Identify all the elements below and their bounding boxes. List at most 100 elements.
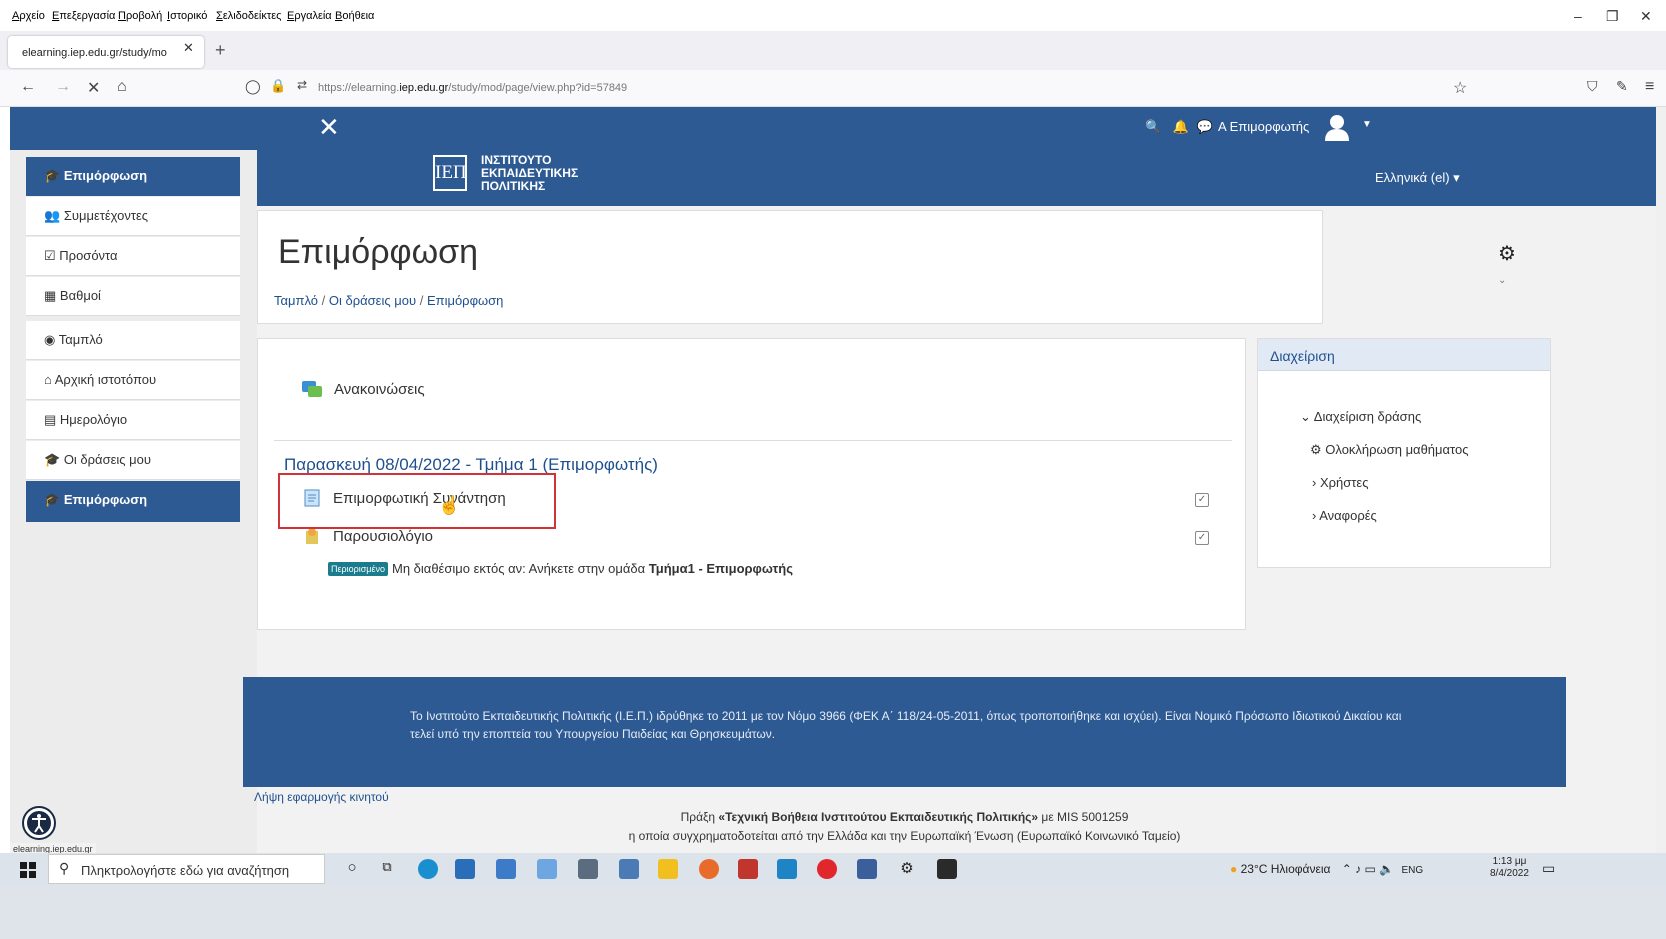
app-icon[interactable] <box>738 859 758 879</box>
app-icon[interactable] <box>777 859 797 879</box>
task-view-icon[interactable]: ⧉ <box>377 859 397 879</box>
forward-icon[interactable]: → <box>55 78 71 96</box>
chat-icon[interactable]: 💬 <box>1197 119 1213 134</box>
announcements-link[interactable]: Ανακοινώσεις <box>334 381 425 398</box>
permissions-icon[interactable]: ⇄ <box>297 78 307 92</box>
edge-icon[interactable] <box>418 859 438 879</box>
minimize-icon[interactable]: – <box>1574 8 1582 24</box>
menu-tools[interactable]: Εργαλεία <box>287 10 332 22</box>
page-header-card: Επιμόρφωση ⚙ ⌄ Ταμπλό / Οι δράσεις μου /… <box>257 210 1516 324</box>
restricted-badge: Περιορισμένο <box>328 562 389 576</box>
menu-file[interactable]: Αρχείο <box>12 10 45 22</box>
tray-icons[interactable]: ⌃ ♪ ▭ 🔈 <box>1342 862 1394 876</box>
clock[interactable]: 1:13 μμ 8/4/2022 <box>1490 856 1529 880</box>
user-name[interactable]: Α Επιμορφωτής <box>1218 119 1309 134</box>
sidebar-item-participants[interactable]: 👥 Συμμετέχοντες <box>26 197 240 236</box>
admin-item-users[interactable]: › Χρήστες <box>1312 475 1368 490</box>
store-icon[interactable] <box>455 859 475 879</box>
language-menu[interactable]: Ελληνικά (el) ▾ <box>1375 170 1460 186</box>
home-icon[interactable]: ⌂ <box>117 78 127 96</box>
close-drawer-icon[interactable]: ✕ <box>318 112 340 143</box>
restore-icon[interactable]: ❐ <box>1606 8 1619 25</box>
bookmark-star-icon[interactable]: ☆ <box>1453 78 1467 98</box>
tab-title: elearning.iep.edu.gr/study/mo <box>22 47 167 59</box>
sidebar-item-competencies[interactable]: ☑ Προσόντα <box>26 237 240 276</box>
avatar-icon[interactable] <box>1323 113 1351 141</box>
bell-icon[interactable]: 🔔 <box>1173 119 1189 134</box>
stop-icon[interactable]: ✕ <box>87 78 100 98</box>
breadcrumb-item[interactable]: Επιμόρφωση <box>427 293 503 308</box>
browser-navbar: ← → ✕ ⌂ ◯ 🔒 ⇄ https://elearning.iep.edu.… <box>0 70 1666 107</box>
scrollbar[interactable] <box>1656 107 1666 853</box>
calendar-icon: ▤ <box>44 412 57 427</box>
breadcrumb-item[interactable]: Οι δράσεις μου <box>329 293 416 308</box>
pocket-icon[interactable]: ⛉ <box>1587 78 1598 95</box>
highlight-box <box>278 473 556 529</box>
sidebar-item-label: Ημερολόγιο <box>59 412 128 427</box>
clock-time: 1:13 μμ <box>1492 856 1527 867</box>
footer-line: η οποία συγχρηματοδοτείται από την Ελλάδ… <box>628 829 1181 843</box>
lock-icon[interactable]: 🔒 <box>270 78 286 94</box>
sticky-notes-icon[interactable] <box>658 859 678 879</box>
nav-drawer: 🎓 Επιμόρφωση 👥 Συμμετέχοντες ☑ Προσόντα … <box>10 150 257 905</box>
sidebar-item-course[interactable]: 🎓 Επιμόρφωση <box>26 157 240 196</box>
menu-icon[interactable]: ≡ <box>1645 78 1654 96</box>
gear-icon[interactable]: ⚙ ⌄ <box>1498 241 1516 289</box>
language-indicator[interactable]: ENG <box>1401 865 1423 876</box>
accessibility-icon[interactable] <box>22 806 56 840</box>
sidebar-item-calendar[interactable]: ▤ Ημερολόγιο <box>26 401 240 440</box>
weather-text[interactable]: 23°C Ηλιοφάνεια <box>1241 862 1331 876</box>
admin-item-course-admin[interactable]: ⌄ Διαχείριση δράσης <box>1300 409 1421 425</box>
taskbar-search-input[interactable]: ⚲ Πληκτρολογήστε εδώ για αναζήτηση <box>48 854 325 884</box>
page-title: Επιμόρφωση <box>278 233 479 271</box>
url-bar[interactable]: https://elearning.iep.edu.gr/study/mod/p… <box>318 82 627 94</box>
search-icon[interactable]: 🔍 <box>1145 119 1161 134</box>
section-title[interactable]: Παρασκευή 08/04/2022 - Τμήμα 1 (Επιμορφω… <box>284 455 658 475</box>
menu-view[interactable]: Προβολή <box>118 10 162 22</box>
browser-tab[interactable]: elearning.iep.edu.gr/study/mo <box>8 36 204 68</box>
back-icon[interactable]: ← <box>20 78 36 96</box>
close-window-icon[interactable]: ✕ <box>1640 8 1652 25</box>
eyedropper-icon[interactable]: ✎ <box>1616 78 1628 95</box>
settings-gear-icon[interactable]: ⚙ <box>897 859 917 879</box>
admin-item-reports[interactable]: › Αναφορές <box>1312 508 1377 523</box>
cortana-icon[interactable]: ○ <box>342 859 362 879</box>
page-body: Επιμόρφωση ⚙ ⌄ Ταμπλό / Οι δράσεις μου /… <box>257 206 1656 906</box>
footer-text: Το Ινστιτούτο Εκπαιδευτικής Πολιτικής (Ι… <box>410 709 1402 741</box>
sidebar-item-grades[interactable]: ▦ Βαθμοί <box>26 277 240 316</box>
shield-icon[interactable]: ◯ <box>245 78 261 95</box>
sidebar-item-site-home[interactable]: ⌂ Αρχική ιστοτόπου <box>26 361 240 400</box>
app-icon[interactable] <box>857 859 877 879</box>
menu-history[interactable]: Ιστορικό <box>167 10 207 22</box>
new-tab-icon[interactable]: + <box>215 40 226 61</box>
taskbar: ⚲ Πληκτρολογήστε εδώ για αναζήτηση ○ ⧉ ⚙… <box>0 853 1666 939</box>
opera-icon[interactable] <box>817 859 837 879</box>
mobile-app-link[interactable]: Λήψη εφαρμογής κινητού <box>254 790 389 804</box>
user-menu-caret-icon[interactable]: ▼ <box>1362 119 1372 130</box>
completion-checkbox[interactable]: ✓ <box>1195 493 1209 507</box>
site-topnav: ✕ 🔍 🔔 💬 Α Επιμορφωτής ▼ <box>10 107 1656 150</box>
divider <box>274 440 1232 441</box>
breadcrumb-item[interactable]: Ταμπλό <box>274 293 318 308</box>
sidebar-item-dashboard[interactable]: ◉ Ταμπλό <box>26 321 240 360</box>
logo[interactable]: ΙΕΠ <box>433 155 467 191</box>
mail-icon[interactable] <box>537 859 557 879</box>
sidebar-item-my-courses[interactable]: 🎓 Οι δράσεις μου <box>26 441 240 480</box>
app-icon[interactable] <box>578 859 598 879</box>
sidebar-item-label: Επιμόρφωση <box>63 168 148 183</box>
menu-help[interactable]: Βοήθεια <box>335 10 374 22</box>
menu-bookmarks[interactable]: Σελιδοδείκτες <box>216 10 281 22</box>
notifications-icon[interactable]: ▭ <box>1542 860 1555 877</box>
activity-link[interactable]: Παρουσιολόγιο <box>333 528 433 545</box>
sidebar-item-current-course[interactable]: 🎓 Επιμόρφωση <box>26 481 240 522</box>
tab-close-icon[interactable]: ✕ <box>183 40 194 56</box>
admin-item-completion[interactable]: ⚙ Ολοκλήρωση μαθήματος <box>1310 442 1468 458</box>
firefox-icon[interactable] <box>699 859 719 879</box>
app-icon[interactable] <box>496 859 516 879</box>
completion-checkbox[interactable]: ✓ <box>1195 531 1209 545</box>
windows-start-icon[interactable] <box>20 862 36 878</box>
app-icon[interactable] <box>619 859 639 879</box>
menu-edit[interactable]: Επεξεργασία <box>52 10 115 22</box>
app-icon[interactable] <box>937 859 957 879</box>
weather-icon: ● <box>1230 862 1238 876</box>
